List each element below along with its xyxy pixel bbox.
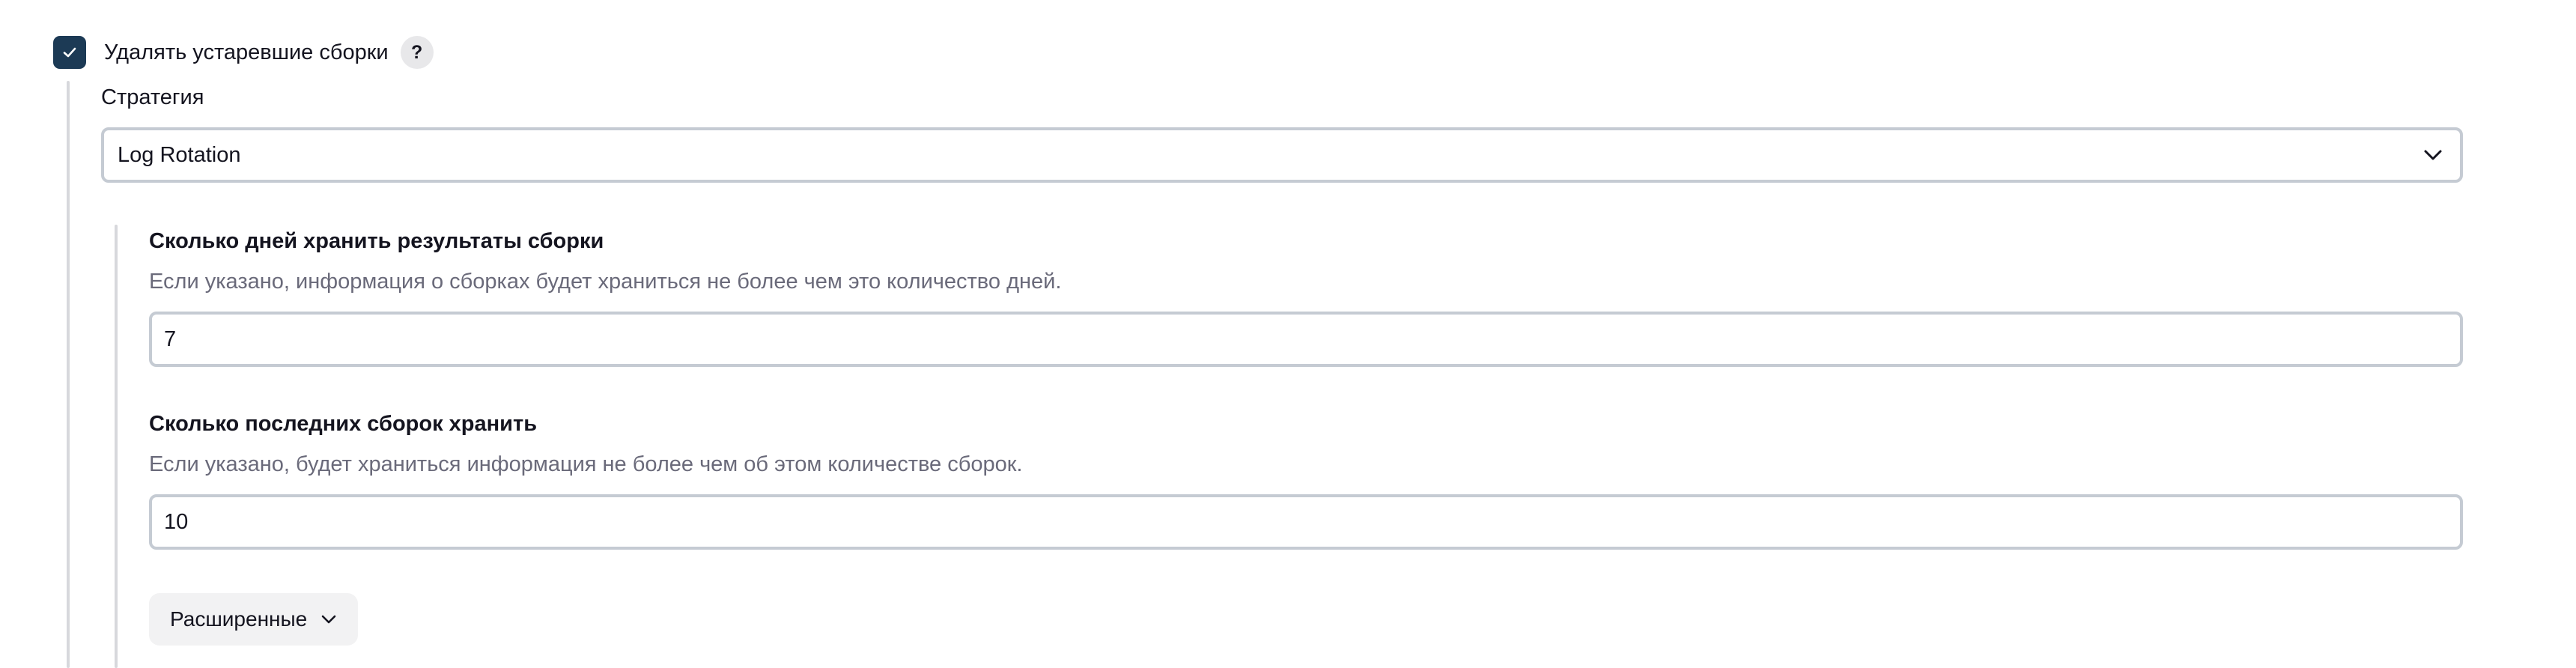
advanced-button-label: Расширенные <box>170 607 308 631</box>
checkmark-icon <box>63 47 76 58</box>
days-to-keep-description: Если указано, информация о сборках будет… <box>149 270 1062 294</box>
build-discarder-section: Удалять устаревшие сборки ? Стратегия Lo… <box>0 0 2576 668</box>
strategy-label: Стратегия <box>101 85 204 109</box>
discard-old-builds-row: Удалять устаревшие сборки ? <box>53 36 434 69</box>
num-to-keep-description: Если указано, будет храниться информация… <box>149 452 1023 476</box>
help-button[interactable]: ? <box>400 36 434 69</box>
advanced-button[interactable]: Расширенные <box>149 593 359 646</box>
discard-old-builds-label[interactable]: Удалять устаревшие сборки <box>104 40 389 65</box>
num-to-keep-title: Сколько последних сборок хранить <box>149 412 538 436</box>
chevron-down-icon <box>2422 146 2443 168</box>
num-to-keep-input[interactable] <box>149 494 2463 550</box>
days-to-keep-input[interactable] <box>149 312 2463 367</box>
chevron-down-icon <box>321 613 337 626</box>
discard-old-builds-checkbox[interactable] <box>53 36 86 69</box>
strategy-select[interactable]: Log Rotation <box>101 127 2463 183</box>
nested-section-guide-line <box>67 81 70 668</box>
strategy-selected-value: Log Rotation <box>118 143 241 167</box>
strategy-options-guide-line <box>115 225 118 668</box>
days-to-keep-title: Сколько дней хранить результаты сборки <box>149 229 604 253</box>
